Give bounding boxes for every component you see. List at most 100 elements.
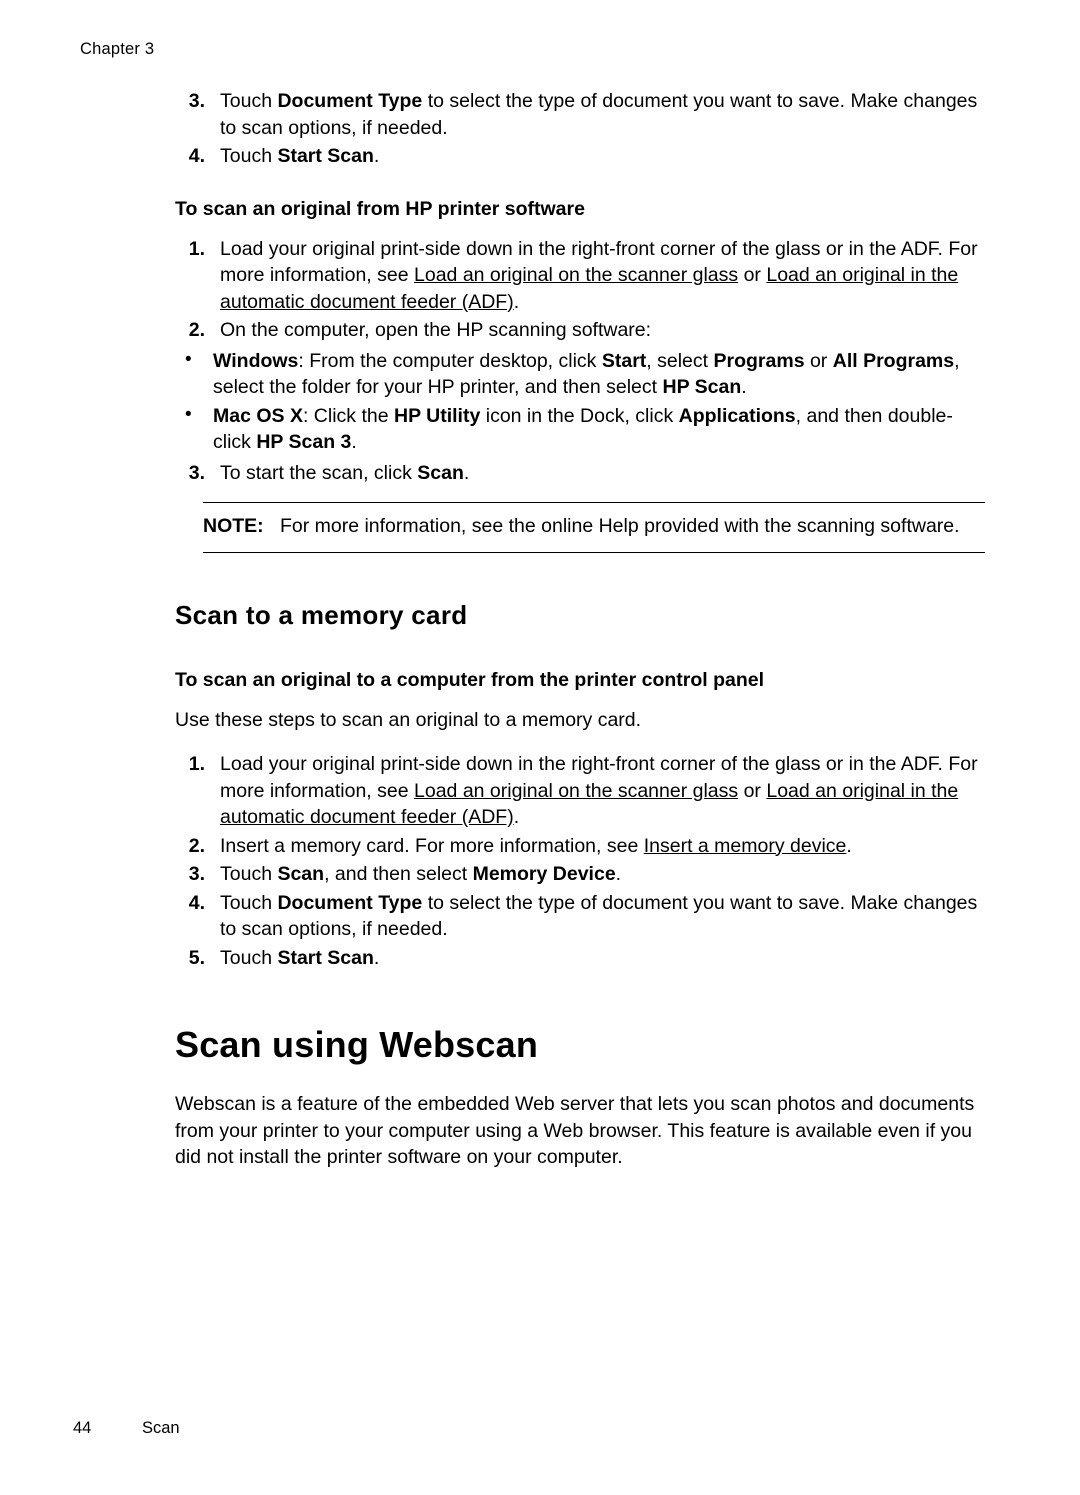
- bullet-icon: •: [185, 348, 192, 370]
- hp-software-step-list-cont: 3. To start the scan, click Scan.: [175, 460, 985, 487]
- list-item-text: Touch Document Type to select the type o…: [220, 90, 977, 139]
- list-item-text: Windows: From the computer desktop, clic…: [213, 350, 960, 399]
- list-item-text: Touch Start Scan.: [220, 947, 379, 969]
- memory-card-step-list: 1. Load your original print-side down in…: [175, 751, 985, 971]
- list-item-number: 5.: [188, 946, 205, 969]
- list-item: 5. Touch Start Scan.: [175, 945, 985, 972]
- page-content: 3. Touch Document Type to select the typ…: [175, 88, 985, 1171]
- platform-bullet-list: • Windows: From the computer desktop, cl…: [175, 348, 985, 456]
- emphasis-term: Mac OS X: [213, 404, 303, 427]
- text-fragment: .: [741, 376, 747, 398]
- list-item: 4. Touch Start Scan.: [175, 143, 985, 170]
- list-item-text: To start the scan, click Scan.: [220, 462, 469, 484]
- emphasis-term: HP Scan 3: [256, 431, 352, 453]
- emphasis-term: Windows: [213, 349, 299, 372]
- emphasis-term: Memory Device: [472, 863, 616, 885]
- text-fragment: .: [373, 145, 380, 167]
- list-item-number: 1.: [188, 753, 205, 775]
- note-label: NOTE:: [203, 515, 264, 537]
- list-item: • Mac OS X: Click the HP Utility icon in…: [175, 403, 985, 456]
- text-fragment: Touch: [220, 145, 278, 167]
- text-fragment: , and then select: [324, 863, 473, 885]
- list-item-text: Insert a memory card. For more informati…: [220, 835, 852, 857]
- emphasis-term: HP Scan: [662, 376, 742, 398]
- text-fragment: For more information, see the online Hel…: [279, 515, 960, 537]
- emphasis-term: Scan: [417, 461, 464, 484]
- text-fragment: .: [463, 461, 470, 484]
- note-text: NOTE: For more information, see the onli…: [203, 513, 985, 540]
- list-item: 2. On the computer, open the HP scanning…: [175, 317, 985, 344]
- page-number: 44: [73, 1419, 92, 1437]
- emphasis-term: Scan: [277, 863, 325, 885]
- emphasis-term: Applications: [678, 404, 796, 427]
- chapter-heading-webscan: Scan using Webscan: [175, 1024, 539, 1065]
- text-fragment: .: [513, 806, 520, 828]
- list-item-text: Mac OS X: Click the HP Utility icon in t…: [213, 405, 953, 454]
- emphasis-term: HP Utility: [393, 404, 481, 427]
- emphasis-term: Start Scan: [277, 145, 374, 167]
- list-item: 3. Touch Scan, and then select Memory De…: [175, 861, 985, 888]
- intro-paragraph: Use these steps to scan an original to a…: [175, 708, 642, 731]
- document-page: Chapter 3 3. Touch Document Type to sele…: [0, 0, 1080, 1495]
- text-fragment: Touch: [220, 946, 278, 969]
- text-fragment: To start the scan, click: [220, 461, 418, 484]
- text-fragment: Touch: [220, 891, 278, 914]
- running-head: Chapter 3: [80, 40, 155, 58]
- bullet-icon: •: [185, 403, 192, 425]
- text-fragment: .: [513, 290, 520, 313]
- list-item-text: Load your original print-side down in th…: [220, 238, 978, 313]
- text-fragment: .: [351, 431, 357, 453]
- text-fragment: or: [738, 264, 767, 286]
- emphasis-term: Start: [601, 349, 647, 372]
- text-fragment: Insert a memory card. For more informati…: [220, 834, 644, 857]
- text-fragment: .: [615, 863, 622, 885]
- list-item: • Windows: From the computer desktop, cl…: [175, 348, 985, 401]
- text-fragment: : Click the: [302, 404, 394, 427]
- list-item-number: 3.: [188, 90, 205, 112]
- list-item: 2. Insert a memory card. For more inform…: [175, 833, 985, 860]
- webscan-paragraph: Webscan is a feature of the embedded Web…: [175, 1093, 975, 1168]
- list-item-text: Touch Scan, and then select Memory Devic…: [220, 863, 621, 885]
- list-item-text: Touch Start Scan.: [220, 145, 379, 167]
- emphasis-term: Document Type: [277, 90, 423, 112]
- emphasis-term: Document Type: [277, 891, 423, 914]
- text-fragment: : From the computer desktop, click: [298, 349, 602, 372]
- list-item: 3. Touch Document Type to select the typ…: [175, 88, 985, 141]
- text-fragment: icon in the Dock, click: [480, 404, 679, 427]
- text-fragment: .: [373, 946, 380, 969]
- text-fragment: or: [738, 779, 767, 802]
- emphasis-term: All Programs: [832, 349, 955, 372]
- section-heading-memory-card: Scan to a memory card: [175, 599, 468, 630]
- list-item: 3. To start the scan, click Scan.: [175, 460, 985, 487]
- text-fragment: or: [804, 349, 833, 372]
- list-item-number: 2.: [188, 319, 205, 341]
- text-fragment: Touch: [220, 90, 278, 112]
- footer-section-label: Scan: [142, 1419, 180, 1437]
- list-item-text: On the computer, open the HP scanning so…: [220, 319, 652, 341]
- list-item-number: 4.: [188, 891, 205, 914]
- list-item: 1. Load your original print-side down in…: [175, 236, 985, 316]
- text-fragment: Touch: [220, 863, 278, 885]
- subsection-heading-control-panel: To scan an original to a computer from t…: [175, 668, 765, 691]
- hp-software-step-list: 1. Load your original print-side down in…: [175, 236, 985, 344]
- cross-reference-link[interactable]: Insert a memory device: [644, 835, 847, 857]
- list-item-text: Touch Document Type to select the type o…: [220, 892, 977, 941]
- list-item-number: 3.: [188, 863, 205, 885]
- cross-reference-link[interactable]: Load an original on the scanner glass: [414, 780, 738, 802]
- subsection-heading-hp-software: To scan an original from HP printer soft…: [175, 197, 585, 220]
- page-footer: 44 Scan: [73, 1419, 180, 1438]
- list-item-number: 1.: [188, 237, 205, 260]
- list-item-number: 2.: [188, 834, 205, 857]
- list-item-number: 3.: [188, 461, 205, 484]
- note-callout: NOTE: For more information, see the onli…: [203, 502, 985, 553]
- emphasis-term: Programs: [713, 349, 805, 372]
- text-fragment: , select: [646, 349, 714, 372]
- text-fragment: .: [846, 834, 852, 857]
- list-item-number: 4.: [188, 145, 205, 167]
- continuation-step-list: 3. Touch Document Type to select the typ…: [175, 88, 985, 170]
- emphasis-term: Start Scan: [277, 946, 374, 969]
- list-item-text: Load your original print-side down in th…: [220, 753, 978, 828]
- list-item: 1. Load your original print-side down in…: [175, 751, 985, 831]
- cross-reference-link[interactable]: Load an original on the scanner glass: [414, 264, 738, 286]
- list-item: 4. Touch Document Type to select the typ…: [175, 890, 985, 943]
